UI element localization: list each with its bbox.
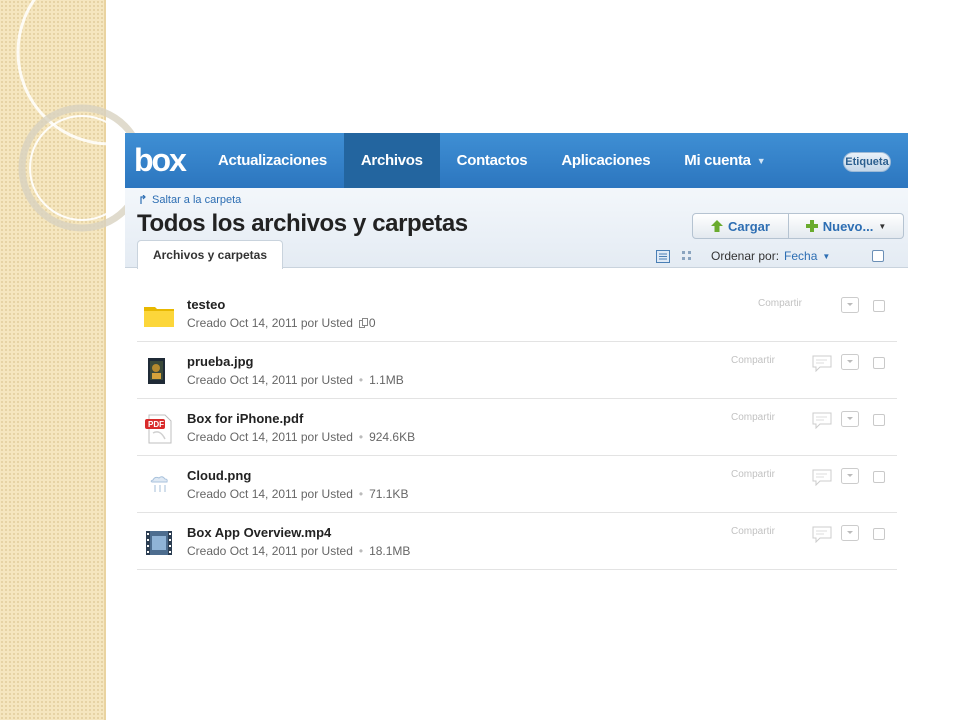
file-created: Creado Oct 14, 2011 por Usted bbox=[187, 316, 353, 330]
file-size: 71.1KB bbox=[369, 487, 409, 501]
plus-icon bbox=[805, 220, 818, 232]
file-row[interactable]: prueba.jpg Creado Oct 14, 2011 por Usted… bbox=[137, 342, 897, 399]
separator-dot: • bbox=[358, 487, 364, 501]
new-button[interactable]: Nuevo... ▼ bbox=[789, 213, 904, 239]
row-checkbox[interactable] bbox=[873, 300, 885, 312]
file-actions-icon[interactable] bbox=[841, 297, 859, 313]
file-row[interactable]: PDF Box for iPhone.pdf Creado Oct 14, 20… bbox=[137, 399, 897, 456]
sort-label: Ordenar por: bbox=[711, 249, 780, 263]
sort-control[interactable]: Ordenar por: Fecha ▼ bbox=[711, 249, 830, 263]
upload-arrow-icon bbox=[711, 220, 724, 232]
nav-actualizaciones[interactable]: Actualizaciones bbox=[201, 133, 344, 188]
sort-value[interactable]: Fecha bbox=[784, 249, 817, 263]
file-meta: Creado Oct 14, 2011 por Usted • 924.6KB bbox=[187, 430, 415, 444]
box-app-window: box Actualizaciones Archivos Contactos A… bbox=[125, 133, 908, 573]
share-link[interactable]: Compartir bbox=[758, 298, 802, 309]
action-button-group: Cargar Nuevo... ▼ bbox=[692, 213, 904, 239]
nav-label: Archivos bbox=[360, 152, 423, 169]
file-name[interactable]: testeo bbox=[187, 297, 225, 312]
comment-icon[interactable] bbox=[812, 411, 832, 429]
new-label: Nuevo... bbox=[822, 218, 874, 234]
top-navbar: box Actualizaciones Archivos Contactos A… bbox=[125, 133, 908, 188]
pdf-file-icon: PDF bbox=[145, 414, 172, 444]
file-size: 18.1MB bbox=[369, 544, 411, 558]
file-row[interactable]: Cloud.png Creado Oct 14, 2011 por Usted … bbox=[137, 456, 897, 513]
folder-icon bbox=[144, 307, 174, 327]
file-name[interactable]: Box for iPhone.pdf bbox=[187, 411, 303, 426]
slide-left-strip bbox=[0, 0, 106, 720]
separator-dot: • bbox=[358, 430, 364, 444]
video-file-icon bbox=[146, 531, 172, 555]
separator-dot: • bbox=[358, 544, 364, 558]
list-view-icon[interactable] bbox=[656, 250, 670, 263]
svg-text:box: box bbox=[134, 145, 187, 177]
row-checkbox[interactable] bbox=[873, 357, 885, 369]
select-all-checkbox[interactable] bbox=[872, 250, 884, 262]
item-count-value: 0 bbox=[368, 316, 376, 330]
chevron-down-icon: ▼ bbox=[822, 251, 831, 261]
jump-to-folder-link[interactable]: Saltar a la carpeta bbox=[139, 194, 241, 206]
image-file-icon bbox=[148, 358, 165, 384]
grid-view-icon[interactable] bbox=[681, 250, 693, 262]
file-actions-icon[interactable] bbox=[841, 468, 859, 484]
file-row[interactable]: testeo Creado Oct 14, 2011 por Usted 0 C… bbox=[137, 285, 897, 342]
svg-text:PDF: PDF bbox=[148, 420, 164, 429]
row-checkbox[interactable] bbox=[873, 471, 885, 483]
file-list: testeo Creado Oct 14, 2011 por Usted 0 C… bbox=[137, 285, 897, 570]
file-meta: Creado Oct 14, 2011 por Usted • 18.1MB bbox=[187, 544, 410, 558]
jump-arrow-icon bbox=[140, 195, 146, 204]
tab-archivos-y-carpetas[interactable]: Archivos y carpetas bbox=[137, 240, 283, 269]
nav-label: Contactos bbox=[456, 152, 528, 169]
file-size: 1.1MB bbox=[369, 373, 404, 387]
file-meta: Creado Oct 14, 2011 por Usted • 71.1KB bbox=[187, 487, 408, 501]
file-row[interactable]: Box App Overview.mp4 Creado Oct 14, 2011… bbox=[137, 513, 897, 570]
file-created: Creado Oct 14, 2011 por Usted bbox=[187, 544, 353, 558]
nav-label: Actualizaciones bbox=[218, 152, 327, 169]
page-title: Todos los archivos y carpetas bbox=[137, 210, 468, 237]
file-name[interactable]: Box App Overview.mp4 bbox=[187, 525, 331, 540]
png-file-icon bbox=[150, 476, 168, 492]
row-checkbox[interactable] bbox=[873, 414, 885, 426]
nav-label: Aplicaciones bbox=[561, 152, 651, 169]
jump-link-label: Saltar a la carpeta bbox=[152, 194, 242, 206]
file-meta: Creado Oct 14, 2011 por Usted • 1.1MB bbox=[187, 373, 404, 387]
nav-aplicaciones[interactable]: Aplicaciones bbox=[544, 133, 667, 188]
file-created: Creado Oct 14, 2011 por Usted bbox=[187, 373, 353, 387]
comment-icon[interactable] bbox=[812, 525, 832, 543]
nav-archivos[interactable]: Archivos bbox=[343, 133, 440, 188]
comment-icon[interactable] bbox=[812, 354, 832, 372]
file-actions-icon[interactable] bbox=[841, 411, 859, 427]
nav-contactos[interactable]: Contactos bbox=[440, 133, 545, 188]
upload-button[interactable]: Cargar bbox=[692, 213, 789, 239]
row-checkbox[interactable] bbox=[873, 528, 885, 540]
file-created: Creado Oct 14, 2011 por Usted bbox=[187, 430, 353, 444]
nav-label: Mi cuenta bbox=[684, 152, 751, 169]
file-actions-icon[interactable] bbox=[841, 525, 859, 541]
file-created: Creado Oct 14, 2011 por Usted bbox=[187, 487, 353, 501]
document-count-icon bbox=[358, 318, 368, 328]
file-name[interactable]: Cloud.png bbox=[187, 468, 251, 483]
nav-mi-cuenta[interactable]: Mi cuenta ▼ bbox=[667, 133, 782, 188]
upload-label: Cargar bbox=[728, 218, 770, 234]
file-name[interactable]: prueba.jpg bbox=[187, 354, 253, 369]
file-size: 924.6KB bbox=[369, 430, 416, 444]
share-link[interactable]: Compartir bbox=[731, 526, 775, 537]
separator-dot: • bbox=[358, 373, 364, 387]
comment-icon[interactable] bbox=[812, 468, 832, 486]
chevron-down-icon: ▼ bbox=[878, 221, 887, 231]
item-count: 0 bbox=[358, 316, 376, 330]
file-meta: Creado Oct 14, 2011 por Usted 0 bbox=[187, 316, 376, 330]
share-link[interactable]: Compartir bbox=[731, 355, 775, 366]
share-link[interactable]: Compartir bbox=[731, 412, 775, 423]
box-logo[interactable]: box bbox=[125, 133, 201, 188]
chevron-down-icon: ▼ bbox=[756, 155, 766, 166]
page-header: Saltar a la carpeta Todos los archivos y… bbox=[125, 188, 908, 269]
file-actions-icon[interactable] bbox=[841, 354, 859, 370]
share-link[interactable]: Compartir bbox=[731, 469, 775, 480]
tag-button[interactable]: Etiqueta bbox=[843, 152, 891, 172]
